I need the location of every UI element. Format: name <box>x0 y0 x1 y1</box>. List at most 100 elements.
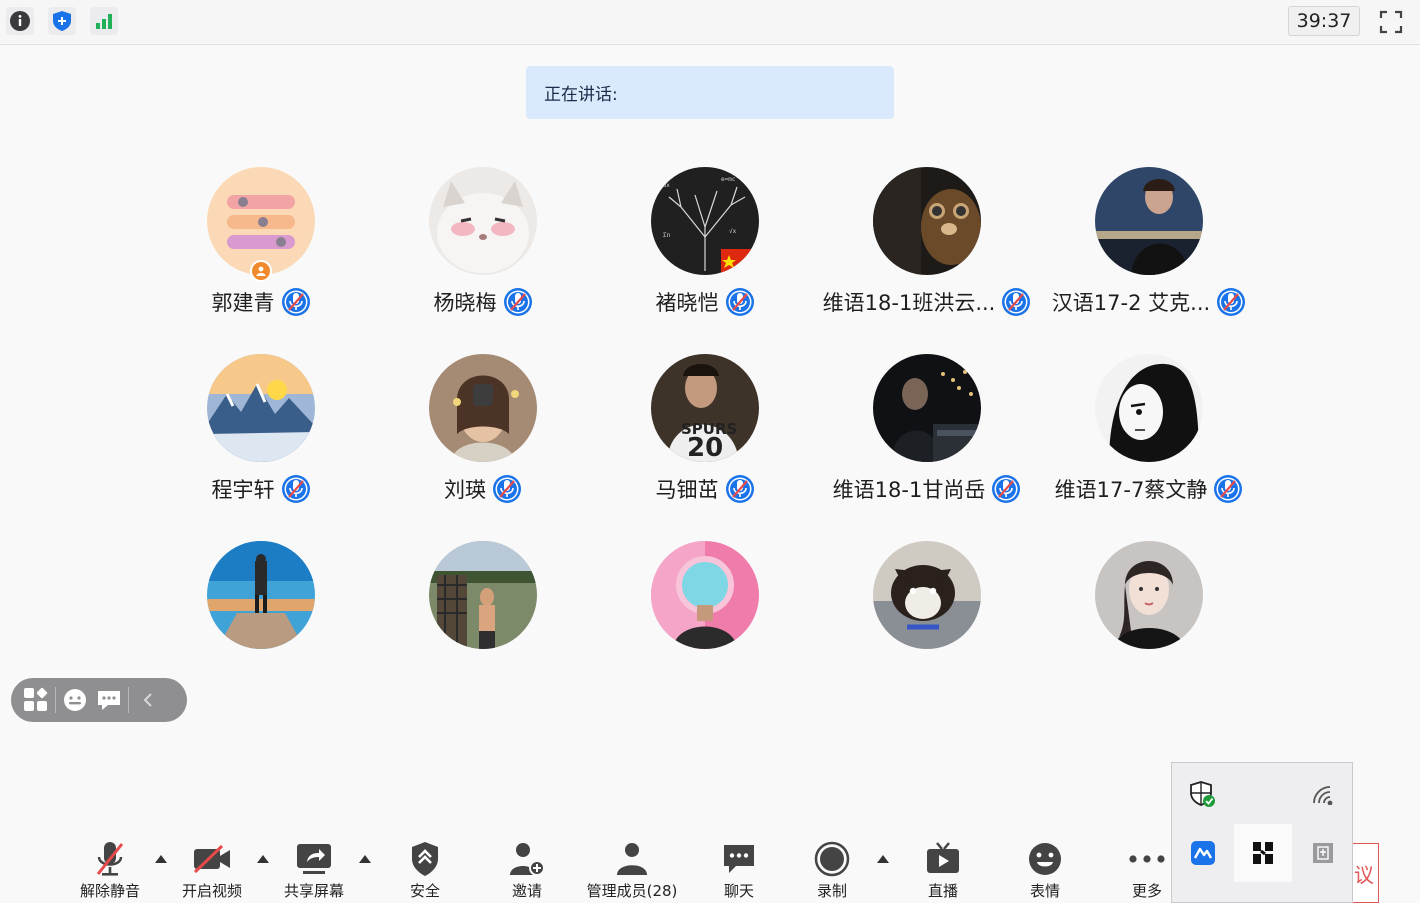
kwai-app-tray-icon[interactable] <box>1234 824 1292 882</box>
chat-label: 聊天 <box>723 882 754 900</box>
record-button[interactable]: 录制 <box>807 838 857 901</box>
mic-muted-icon <box>725 287 755 317</box>
system-tray-overflow-popup <box>1171 762 1353 903</box>
layout-grid-icon[interactable] <box>19 678 53 722</box>
participant-tile[interactable] <box>594 541 816 711</box>
avatar-basketball-photo: SPURS 20 <box>651 354 759 462</box>
share-options-caret[interactable] <box>359 855 371 863</box>
mic-muted-icon <box>90 838 130 880</box>
share-screen-icon <box>294 838 334 880</box>
fullscreen-icon[interactable] <box>1376 7 1406 37</box>
security-button[interactable]: 安全 <box>400 838 450 901</box>
leave-meeting-label: 议 <box>1354 862 1374 887</box>
more-label: 更多 <box>1131 882 1162 900</box>
unmute-label: 解除静音 <box>79 882 140 900</box>
participant-tile[interactable]: 刘瑛 <box>372 354 594 524</box>
participant-name-row: 郭建青 <box>150 285 372 319</box>
participant-tile[interactable]: ∫dx e=mc Σn √x 褚晓恺 <box>594 167 816 337</box>
participant-tile[interactable]: 郭建青 <box>150 167 372 337</box>
participant-tile[interactable]: 维语17-7蔡文静 <box>1038 354 1260 524</box>
participant-name-row: 程宇轩 <box>150 472 372 506</box>
participant-name-row: 维语17-7蔡文静 <box>1038 472 1260 506</box>
participant-name-row: 杨晓梅 <box>372 285 594 319</box>
svg-text:e=mc: e=mc <box>721 176 736 183</box>
avatar-lake-pier-photo <box>207 541 315 649</box>
wifi-icon[interactable] <box>1294 765 1352 823</box>
avatar-dog-photo <box>873 541 981 649</box>
mic-muted-icon <box>725 474 755 504</box>
invite-button[interactable]: 邀请 <box>502 838 552 901</box>
start-video-label: 开启视频 <box>181 882 242 900</box>
participant-name: 褚晓恺 <box>655 291 719 315</box>
svg-text:∫dx: ∫dx <box>659 181 670 189</box>
svg-text:20: 20 <box>687 433 723 462</box>
invite-user-icon <box>507 838 547 880</box>
collapse-chevron-icon[interactable] <box>131 678 165 722</box>
avatar-anime-drawing <box>1095 354 1203 462</box>
participant-name: 维语18-1班洪云... <box>822 291 996 315</box>
input-method-tray-icon[interactable] <box>1294 824 1352 882</box>
live-tv-icon <box>923 838 963 880</box>
chat-icon[interactable] <box>92 678 126 722</box>
participant-tile[interactable] <box>1038 541 1260 711</box>
participant-name-row: 维语18-1班洪云... <box>816 285 1038 319</box>
mic-muted-icon <box>281 287 311 317</box>
participant-name: 程宇轩 <box>211 478 275 502</box>
avatar-cartoon-icon <box>207 167 315 275</box>
participant-tile[interactable] <box>816 541 1038 711</box>
record-label: 录制 <box>816 882 847 900</box>
mic-muted-icon <box>1213 474 1243 504</box>
start-video-button[interactable]: 开启视频 <box>179 838 245 901</box>
participant-name-row: 维语18-1甘尚岳 <box>816 472 1038 506</box>
mic-muted-icon <box>492 474 522 504</box>
reaction-button[interactable]: 表情 <box>1020 838 1070 901</box>
security-label: 安全 <box>409 882 440 900</box>
divider <box>128 687 129 713</box>
avatar-pink-portrait-photo <box>651 541 759 649</box>
unmute-button[interactable]: 解除静音 <box>78 838 142 901</box>
record-icon <box>812 838 852 880</box>
avatar-dj-photo <box>873 354 981 462</box>
chat-button[interactable]: 聊天 <box>714 838 764 901</box>
participant-tile[interactable]: 维语18-1甘尚岳 <box>816 354 1038 524</box>
meeting-top-bar: 39:37 <box>0 0 1420 45</box>
meeting-app-tray-icon[interactable] <box>1174 824 1232 882</box>
camera-off-icon <box>192 838 232 880</box>
participant-tile[interactable]: 程宇轩 <box>150 354 372 524</box>
more-button[interactable]: 更多 <box>1122 838 1172 901</box>
avatar-formula-tree-photo: ∫dx e=mc Σn √x <box>651 167 759 275</box>
signal-bars-icon[interactable] <box>90 7 118 35</box>
participant-tile[interactable] <box>372 541 594 711</box>
participant-name: 维语17-7蔡文静 <box>1054 478 1208 502</box>
chat-bubble-icon <box>719 838 759 880</box>
live-stream-label: 直播 <box>927 882 958 900</box>
reaction-label: 表情 <box>1029 882 1060 900</box>
audio-options-caret[interactable] <box>155 855 167 863</box>
participant-tile[interactable]: 维语18-1班洪云... <box>816 167 1038 337</box>
emoji-icon[interactable] <box>58 678 92 722</box>
mic-muted-icon <box>1216 287 1246 317</box>
avatar-cat-photo <box>429 167 537 275</box>
share-screen-button[interactable]: 共享屏幕 <box>281 838 347 901</box>
info-icon[interactable] <box>6 7 34 35</box>
live-stream-button[interactable]: 直播 <box>918 838 968 901</box>
video-options-caret[interactable] <box>257 855 269 863</box>
svg-text:√x: √x <box>729 228 737 235</box>
avatar-portrait-photo <box>429 354 537 462</box>
shield-icon[interactable] <box>48 7 76 35</box>
manage-participants-label: 管理成员(28) <box>586 882 678 900</box>
record-options-caret[interactable] <box>877 855 889 863</box>
meeting-timer: 39:37 <box>1288 6 1360 36</box>
invite-label: 邀请 <box>511 882 542 900</box>
mic-muted-icon <box>281 474 311 504</box>
share-screen-label: 共享屏幕 <box>283 882 344 900</box>
manage-participants-button[interactable]: 管理成员(28) <box>584 838 680 901</box>
svg-text:Σn: Σn <box>663 232 671 239</box>
reaction-smiley-icon <box>1025 838 1065 880</box>
participant-tile[interactable] <box>150 541 372 711</box>
participant-tile[interactable]: 杨晓梅 <box>372 167 594 337</box>
participant-name: 马钿茁 <box>655 478 719 502</box>
participant-tile[interactable]: 汉语17-2 艾克... <box>1038 167 1260 337</box>
windows-security-icon[interactable] <box>1174 765 1232 823</box>
participant-tile[interactable]: SPURS 20 马钿茁 <box>594 354 816 524</box>
